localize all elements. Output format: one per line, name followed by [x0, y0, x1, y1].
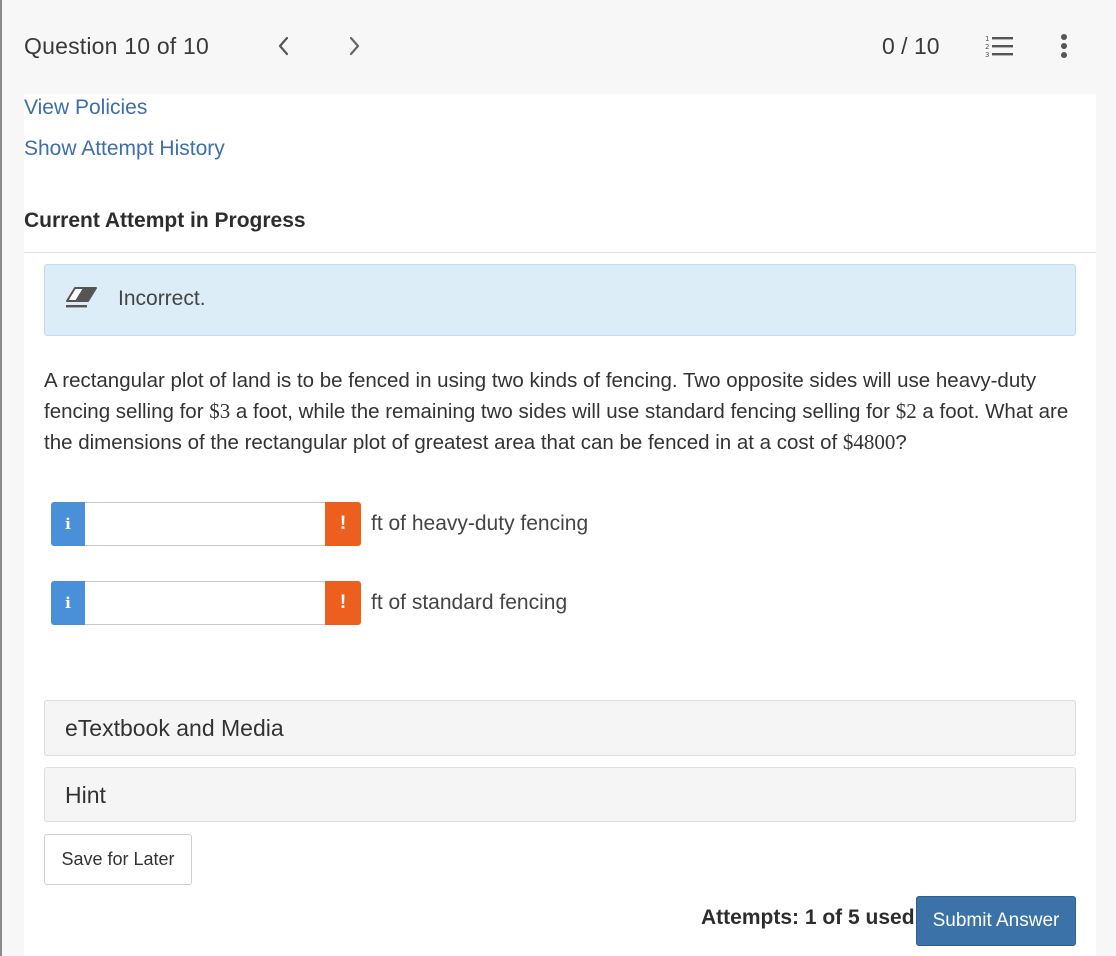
question-header: Question 10 of 10 0 / 10 1 2 3: [2, 0, 1116, 94]
save-for-later-button[interactable]: Save for Later: [44, 834, 192, 885]
svg-text:2: 2: [985, 43, 989, 51]
feedback-banner: Incorrect.: [44, 264, 1076, 336]
question-text: A rectangular plot of land is to be fenc…: [44, 369, 1069, 454]
standard-answer-input[interactable]: [85, 581, 325, 625]
question-panel: View Policies Show Attempt History Curre…: [24, 94, 1096, 956]
chevron-left-icon[interactable]: [272, 32, 296, 60]
accordion-label: Hint: [65, 782, 106, 808]
accordion-label: eTextbook and Media: [65, 715, 284, 741]
more-vertical-icon[interactable]: [1054, 32, 1074, 62]
info-button[interactable]: i: [51, 502, 85, 546]
answer-row-heavy-duty: i ! ft of heavy-duty fencing: [51, 502, 751, 546]
numbered-list-icon[interactable]: 1 2 3: [984, 32, 1014, 60]
info-button[interactable]: i: [51, 581, 85, 625]
attempts-count: Attempts: 1 of 5 used: [701, 906, 915, 929]
price-standard: $2: [895, 399, 917, 423]
eraser-icon: [65, 285, 99, 309]
etextbook-media-accordion[interactable]: eTextbook and Media: [44, 700, 1076, 756]
price-heavy: $3: [209, 399, 231, 423]
divider: [24, 252, 1096, 253]
question-counter: Question 10 of 10: [24, 33, 209, 59]
hint-accordion[interactable]: Hint: [44, 767, 1076, 822]
svg-text:1: 1: [985, 35, 989, 43]
svg-text:3: 3: [985, 51, 989, 59]
warning-button[interactable]: !: [325, 502, 361, 546]
answer-row-standard: i ! ft of standard fencing: [51, 581, 751, 625]
feedback-text: Incorrect.: [118, 287, 206, 310]
unit-label: ft of standard fencing: [371, 591, 568, 614]
view-policies-link[interactable]: View Policies: [24, 96, 147, 120]
heavy-duty-answer-input[interactable]: [85, 502, 325, 546]
score-display: 0 / 10: [882, 33, 940, 59]
total-cost: $4800: [842, 430, 896, 454]
left-border: [0, 0, 2, 956]
chevron-right-icon[interactable]: [342, 32, 366, 60]
attempt-history-link[interactable]: Show Attempt History: [24, 137, 225, 161]
unit-label: ft of heavy-duty fencing: [371, 512, 589, 535]
warning-button[interactable]: !: [325, 581, 361, 625]
submit-answer-button[interactable]: Submit Answer: [916, 896, 1076, 946]
attempt-heading: Current Attempt in Progress: [24, 209, 306, 232]
